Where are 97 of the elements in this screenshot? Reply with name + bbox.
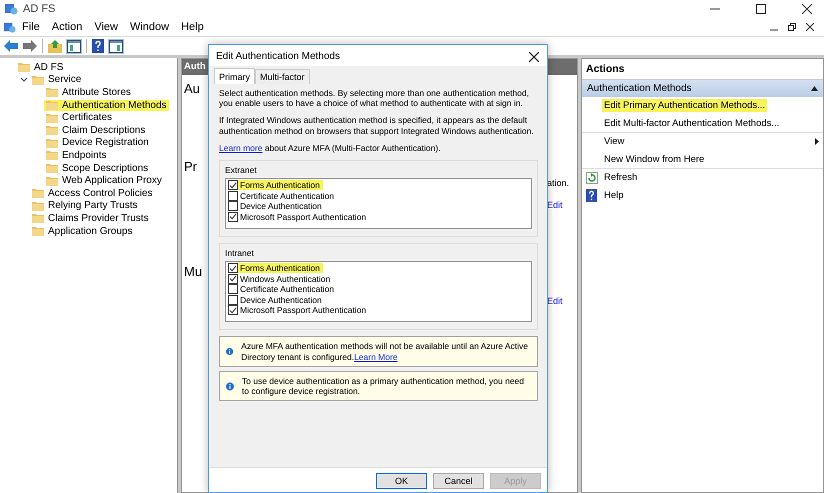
checkbox-label: Forms Authentication [240, 263, 320, 274]
menu-item[interactable]: File [16, 21, 46, 33]
tree-item[interactable]: Claims Provider Trusts [30, 212, 151, 224]
info-text: Azure MFA authentication methods will not be available until an Azure Active Directory tenant is configured.Learn More [241, 341, 529, 362]
collapse-icon [811, 86, 818, 91]
close-icon[interactable] [806, 23, 814, 31]
folder-icon [32, 188, 44, 198]
checkbox-label: Device Authentication [240, 294, 322, 305]
checkbox[interactable] [228, 180, 238, 190]
actions-pane-entry[interactable]: Refresh [602, 171, 640, 184]
actions-pane-entry[interactable]: View [602, 135, 626, 148]
help-icon[interactable] [92, 39, 104, 53]
tab[interactable]: Multi-factor [255, 69, 310, 84]
tree-item[interactable]: Authentication Methods [44, 100, 169, 111]
help-icon [586, 188, 597, 202]
tree-item[interactable]: Certificates [44, 112, 114, 124]
folder-icon [46, 138, 58, 148]
note-text: If Integrated Windows authentication method is specified, it appears as the default authentication method on browsers that support Integrated Windows authentication. [219, 115, 535, 136]
menu-item[interactable]: View [88, 21, 124, 33]
info-icon [226, 346, 234, 358]
checkbox[interactable] [228, 190, 238, 201]
menu-item[interactable]: Help [175, 21, 210, 33]
info-icon [226, 380, 234, 392]
action-pane-icon[interactable] [109, 40, 123, 52]
close-icon[interactable] [802, 4, 812, 14]
tree-item[interactable]: Attribute Stores [44, 86, 133, 98]
actions-pane-entry[interactable]: Edit Multi-factor Authentication Methods... [602, 116, 782, 130]
checkbox[interactable] [228, 201, 238, 212]
menu-item[interactable]: Window [124, 21, 176, 33]
app-icon [3, 20, 16, 34]
checkbox[interactable] [228, 263, 238, 274]
folder-icon [46, 176, 58, 186]
actions-pane-entry[interactable]: Edit Primary Authentication Methods... [602, 99, 768, 112]
close-icon[interactable] [529, 52, 539, 62]
tree-item[interactable]: Relying Party Trusts [30, 200, 140, 212]
checkbox-label: Certificate Authentication [240, 190, 334, 201]
console-tree-icon[interactable] [67, 40, 81, 52]
dialog-button[interactable]: Cancel [433, 473, 484, 489]
dialog-title: Edit Authentication Methods [216, 51, 340, 62]
folder-icon [46, 100, 58, 110]
section-heading: Au [184, 81, 200, 96]
group-title: Intranet [225, 248, 255, 258]
checkbox[interactable] [228, 212, 238, 222]
folder-icon [46, 125, 58, 136]
folder-icon [46, 87, 58, 98]
folder-icon [18, 62, 30, 72]
description-text: ation. [547, 178, 570, 188]
checkbox[interactable] [228, 284, 238, 294]
learn-more-link[interactable]: Learn More [354, 352, 398, 362]
tree-item[interactable]: Service [30, 74, 84, 86]
learn-more-text: about Azure MFA (Multi-Factor Authentication). [264, 142, 441, 153]
info-text: To use device authentication as a primary authentication method, you need to configure device registration. [242, 376, 525, 396]
folder-icon [46, 150, 58, 160]
tree-item[interactable]: Endpoints [44, 150, 108, 161]
menu-item[interactable]: Action [46, 21, 88, 33]
actions-pane-entry[interactable]: New Window from Here [602, 152, 706, 166]
section-heading: Pr [184, 159, 197, 174]
back-icon[interactable] [4, 40, 18, 52]
checkbox-label: Device Authentication [240, 201, 322, 212]
folder-icon [32, 226, 44, 236]
submenu-arrow-icon [815, 138, 819, 146]
tree-item[interactable]: Access Control Policies [30, 188, 154, 199]
tree-item[interactable]: Device Registration [44, 137, 151, 148]
restore-icon[interactable] [788, 23, 796, 31]
tree-item[interactable]: Application Groups [30, 226, 134, 237]
tree-item[interactable]: Scope Descriptions [44, 162, 150, 174]
window-title: AD FS [23, 3, 56, 15]
checkbox[interactable] [228, 274, 238, 284]
actions-pane-entry[interactable]: Help [602, 188, 626, 202]
actions-section-header[interactable]: Authentication Methods [582, 80, 823, 97]
checkbox-label: Microsoft Passport Authentication [240, 212, 366, 222]
tab[interactable]: Primary [214, 68, 255, 84]
folder-icon [32, 74, 44, 85]
checkbox-label: Windows Authentication [240, 274, 330, 284]
tree-item[interactable]: Web Application Proxy [44, 175, 164, 186]
checkbox-label: Microsoft Passport Authentication [240, 305, 366, 316]
group-title: Extranet [225, 164, 258, 175]
checkbox[interactable] [228, 305, 238, 316]
learn-more-link[interactable]: Learn more [219, 142, 262, 153]
section-heading: Mu [184, 264, 202, 279]
refresh-icon [586, 172, 598, 184]
chevron-icon[interactable] [20, 76, 28, 84]
folder-icon [46, 112, 58, 123]
tree-item[interactable]: AD FS [16, 62, 66, 73]
checkbox[interactable] [228, 294, 238, 305]
maximize-icon[interactable] [756, 4, 766, 14]
folder-icon [32, 213, 44, 224]
folder-icon [46, 163, 58, 174]
tree-item[interactable]: Claim Descriptions [44, 124, 148, 136]
checkbox-label: Forms Authentication [240, 180, 320, 190]
dialog-button[interactable]: OK [376, 473, 427, 489]
app-icon [4, 2, 18, 16]
forward-icon[interactable] [23, 40, 37, 52]
folder-icon [32, 200, 44, 211]
folder-up-icon[interactable] [48, 40, 62, 52]
checkbox-label: Certificate Authentication [240, 284, 334, 294]
intro-text: Select authentication methods. By selecting more than one authentication method, you enable users to have a choice of what method to authenticate with at sign in. [219, 88, 530, 108]
